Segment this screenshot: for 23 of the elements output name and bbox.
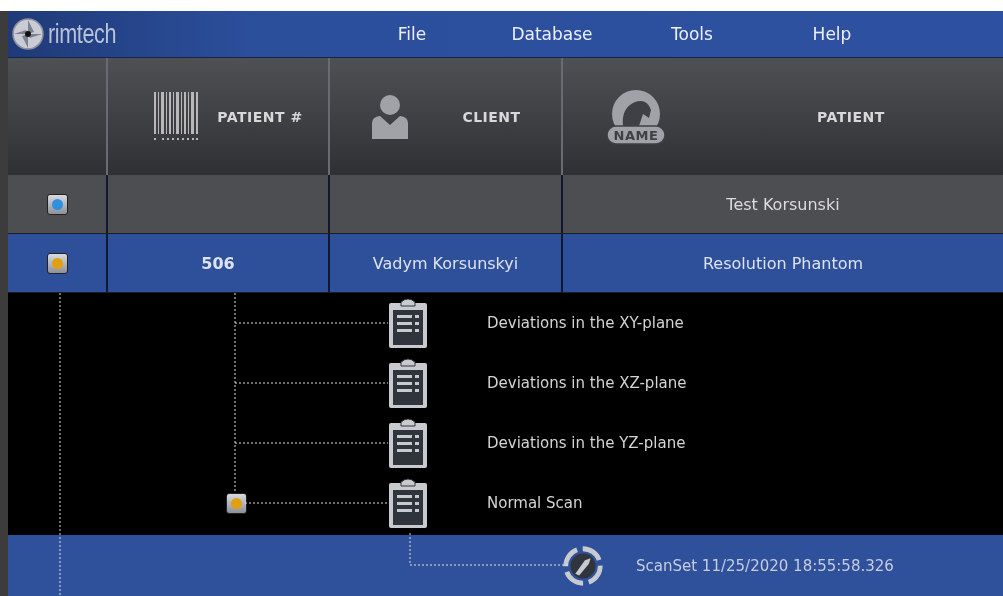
menu-item[interactable]: Tools [622, 24, 762, 44]
logo-text: rimtech [48, 18, 116, 50]
aperture-icon [12, 18, 44, 50]
clipboard-icon[interactable] [388, 417, 428, 469]
menu-item[interactable]: Help [762, 24, 902, 44]
clipboard-icon[interactable] [388, 357, 428, 409]
menu-item[interactable]: Database [482, 24, 622, 44]
scan-label[interactable]: Deviations in the XY-plane [438, 314, 684, 332]
table-cell: Vadym Korsunskyi [372, 253, 519, 273]
table-cell: Resolution Phantom [702, 253, 864, 273]
menu-item[interactable]: File [342, 24, 482, 44]
table-cell: Test Korsunski [726, 194, 840, 214]
table-row[interactable]: 506 Vadym Korsunskyi Resolution Phantom [8, 234, 1003, 293]
person-icon [370, 92, 411, 141]
clipboard-icon[interactable] [388, 477, 428, 529]
clipboard-icon[interactable] [388, 297, 428, 349]
scan-label[interactable]: Deviations in the YZ-plane [438, 434, 686, 452]
table-row[interactable]: Test Korsunski [8, 175, 1003, 234]
column-header[interactable]: NAME PATIENT [563, 58, 1003, 175]
scan-label[interactable]: Normal Scan [438, 494, 583, 512]
scan-set-label[interactable]: ScanSet 11/25/2020 18:55:58.326 [636, 556, 894, 575]
table-cell: 506 [201, 253, 235, 273]
scan-label[interactable]: Deviations in the XZ-plane [438, 374, 687, 392]
